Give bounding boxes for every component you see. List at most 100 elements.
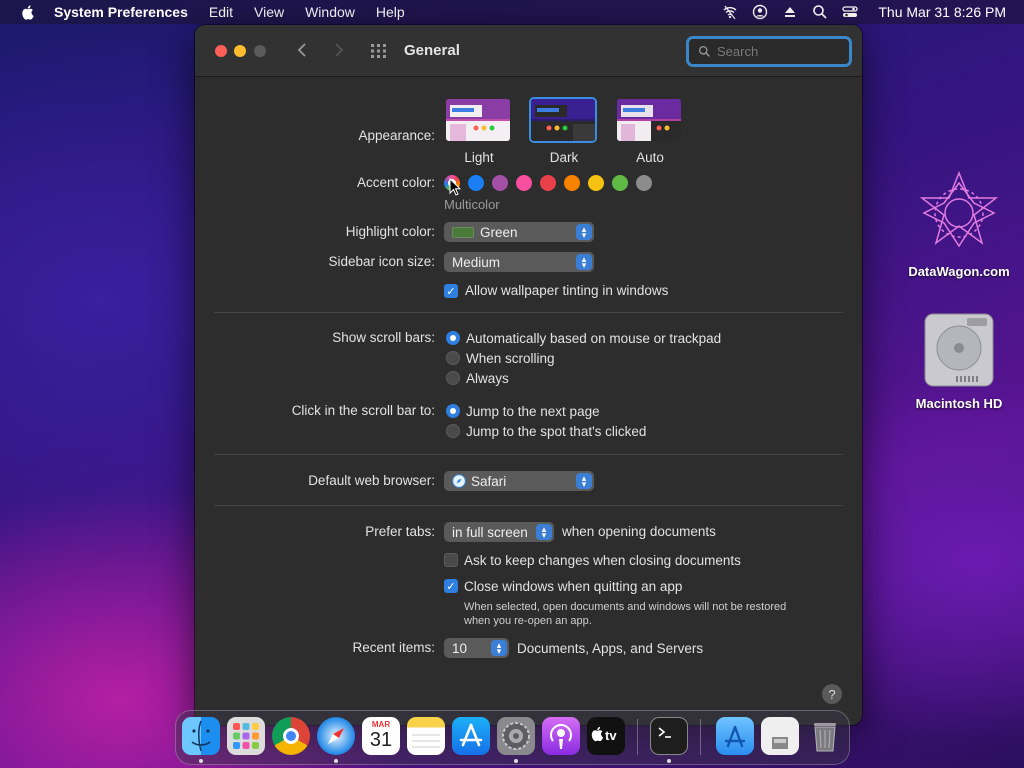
ask-keep-changes-checkbox[interactable] <box>444 553 458 567</box>
window-title: General <box>404 42 460 59</box>
scroll-bars-when-scrolling-label: When scrolling <box>466 351 555 366</box>
dock-finder-icon[interactable] <box>182 717 220 755</box>
ask-keep-changes-label: Ask to keep changes when closing documen… <box>464 553 741 568</box>
show-all-grid-icon[interactable] <box>371 44 387 58</box>
scroll-bars-automatic-radio[interactable] <box>446 331 460 345</box>
control-center-icon[interactable] <box>842 4 859 20</box>
system-preferences-window: General Appearance: Light <box>195 25 862 725</box>
default-browser-popup[interactable]: Safari ▴ ▾ <box>444 471 594 491</box>
accent-color-label: Accent color: <box>356 175 435 190</box>
highlight-swatch <box>452 226 474 238</box>
apple-menu-icon[interactable] <box>20 4 36 20</box>
prefer-tabs-value: in full screen <box>452 524 528 540</box>
popup-stepper-icon: ▴ ▾ <box>536 524 552 540</box>
click-scroll-next-page-radio[interactable] <box>446 404 460 418</box>
menu-window[interactable]: Window <box>305 4 355 20</box>
dock-podcasts-icon[interactable] <box>542 717 580 755</box>
scroll-bars-always-radio[interactable] <box>446 371 460 385</box>
popup-stepper-icon: ▴ ▾ <box>576 473 592 489</box>
close-button[interactable] <box>215 45 227 57</box>
click-scroll-bar-label: Click in the scroll bar to: <box>291 403 435 418</box>
zoom-button[interactable] <box>254 45 266 57</box>
dock-separator <box>700 719 701 755</box>
recent-items-value: 10 <box>452 640 468 656</box>
popup-stepper-icon: ▴ ▾ <box>576 254 592 270</box>
wallpaper-tinting-checkbox[interactable]: ✓ <box>444 284 458 298</box>
prefer-tabs-label: Prefer tabs: <box>365 524 435 539</box>
prefer-tabs-popup[interactable]: in full screen ▴ ▾ <box>444 522 554 542</box>
dock-calendar-icon[interactable]: MAR 31 <box>362 717 400 755</box>
wifi-off-icon[interactable] <box>722 4 738 20</box>
divider <box>214 454 843 455</box>
recent-items-popup[interactable]: 10 ▴ ▾ <box>444 638 509 658</box>
dock-tv-icon[interactable]: tv <box>587 717 625 755</box>
popup-stepper-icon: ▴ ▾ <box>576 224 592 240</box>
dock-app-store-icon[interactable] <box>452 717 490 755</box>
menu-help[interactable]: Help <box>376 4 405 20</box>
divider <box>214 312 843 313</box>
appearance-light-thumbnail <box>444 97 512 143</box>
accent-blue[interactable] <box>468 175 484 191</box>
wallpaper-tinting-label: Allow wallpaper tinting in windows <box>465 283 669 298</box>
appearance-light[interactable]: Light <box>444 97 514 165</box>
dock-terminal-icon[interactable] <box>650 717 688 755</box>
highlight-color-value: Green <box>480 224 518 240</box>
help-button[interactable]: ? <box>822 684 842 704</box>
appearance-dark-thumbnail <box>529 97 597 143</box>
close-windows-note-line1: When selected, open documents and window… <box>464 601 787 613</box>
running-indicator <box>199 759 203 763</box>
menu-bar: System Preferences Edit View Window Help… <box>0 0 1024 24</box>
click-scroll-spot-radio[interactable] <box>446 424 460 438</box>
chevron-right-icon <box>335 43 344 57</box>
desktop-icon-datawagon[interactable]: DataWagon.com <box>894 168 1024 279</box>
desktop-icon-macintosh-hd[interactable]: Macintosh HD <box>894 312 1024 411</box>
calendar-day: 31 <box>369 729 393 751</box>
menu-view[interactable]: View <box>254 4 284 20</box>
scroll-bars-automatic-label: Automatically based on mouse or trackpad <box>466 331 722 346</box>
dock: MAR 31 tv <box>175 710 850 765</box>
chevron-left-icon <box>297 43 306 57</box>
menubar-clock[interactable]: Thu Mar 31 8:26 PM <box>878 4 1006 20</box>
search-field[interactable] <box>686 36 852 67</box>
appearance-auto[interactable]: Auto <box>615 97 685 165</box>
app-menu[interactable]: System Preferences <box>54 4 188 20</box>
accent-red[interactable] <box>540 175 556 191</box>
sidebar-icon-size-value: Medium <box>452 254 501 270</box>
scroll-bars-when-scrolling-radio[interactable] <box>446 351 460 365</box>
running-indicator <box>667 759 671 763</box>
appearance-auto-thumbnail <box>615 97 683 143</box>
eject-icon[interactable] <box>782 4 798 20</box>
accent-yellow[interactable] <box>588 175 604 191</box>
search-icon[interactable] <box>812 4 828 20</box>
dock-document-icon[interactable] <box>761 717 799 755</box>
datawagon-logo-icon <box>919 170 999 248</box>
highlight-color-popup[interactable]: Green ▴ ▾ <box>444 222 594 242</box>
user-icon[interactable] <box>752 4 768 20</box>
sidebar-icon-size-popup[interactable]: Medium ▴ ▾ <box>444 252 594 272</box>
dock-chrome-icon[interactable] <box>272 717 310 755</box>
menu-edit[interactable]: Edit <box>209 4 233 20</box>
accent-orange[interactable] <box>564 175 580 191</box>
sidebar-icon-size-label: Sidebar icon size: <box>328 254 435 269</box>
running-indicator <box>514 759 518 763</box>
search-input[interactable] <box>717 44 837 59</box>
minimize-button[interactable] <box>234 45 246 57</box>
desktop-icon-label: Macintosh HD <box>915 396 1003 411</box>
dock-system-preferences-icon[interactable] <box>497 717 535 755</box>
prefer-tabs-suffix: when opening documents <box>562 524 716 539</box>
close-windows-note-line2: when you re-open an app. <box>464 615 592 627</box>
dock-notes-icon[interactable] <box>407 717 445 755</box>
accent-green[interactable] <box>612 175 628 191</box>
accent-pink[interactable] <box>516 175 532 191</box>
dock-launchpad-icon[interactable] <box>227 717 265 755</box>
accent-graphite[interactable] <box>636 175 652 191</box>
accent-purple[interactable] <box>492 175 508 191</box>
back-button[interactable] <box>296 42 308 63</box>
dock-trash-icon[interactable] <box>806 717 844 755</box>
appearance-dark[interactable]: Dark <box>529 97 599 165</box>
dock-applications-folder-icon[interactable] <box>716 717 754 755</box>
dock-safari-icon[interactable] <box>317 717 355 755</box>
search-icon <box>698 45 710 57</box>
close-windows-checkbox[interactable]: ✓ <box>444 579 458 593</box>
forward-button[interactable] <box>333 42 345 63</box>
